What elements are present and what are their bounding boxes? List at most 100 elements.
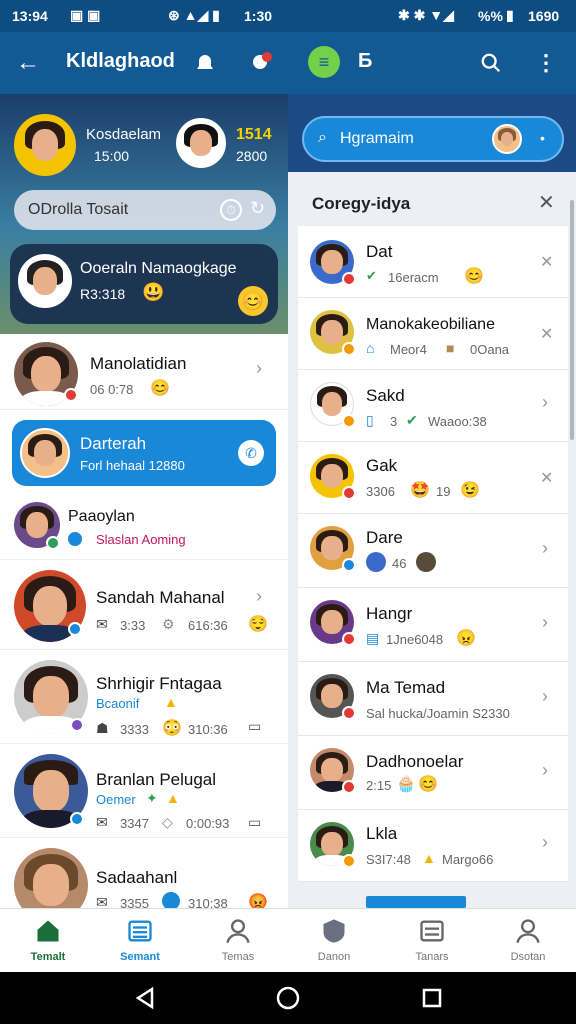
check-icon: ✔ bbox=[406, 412, 418, 428]
nav-shield[interactable]: Danon bbox=[286, 909, 382, 973]
status-badge bbox=[68, 622, 82, 636]
hero-card-name: Ooeraln Namaogkage bbox=[80, 260, 237, 277]
status-badge bbox=[342, 854, 356, 868]
contact-name: Gak bbox=[366, 456, 398, 475]
bottom-nav: Temalt Semant Temas Danon Tanars Dsotan bbox=[0, 908, 576, 972]
system-nav-bar bbox=[0, 972, 576, 1024]
nav-home[interactable]: Temalt bbox=[0, 909, 96, 973]
contact-name: Manokakeobiliane bbox=[366, 316, 495, 333]
nav-account[interactable]: Dsotan bbox=[480, 909, 576, 973]
contact-avatar bbox=[20, 428, 70, 478]
contact-sub-a: 3347 bbox=[120, 816, 149, 831]
battery-icon: ▮ bbox=[506, 7, 514, 23]
list-item[interactable]: Branlan Pelugal Oemer ✦ ▲ ✉ 3347 ◇ 0:00:… bbox=[0, 744, 288, 838]
info-icon bbox=[162, 892, 180, 908]
list-item[interactable]: Lkla S3I7:48 ▲ Margo66 › bbox=[298, 810, 568, 882]
chevron-right-icon[interactable]: › bbox=[542, 832, 548, 853]
list-item[interactable]: Paaoylan Slaslan Aoming bbox=[0, 496, 288, 560]
hero-card-avatar bbox=[18, 254, 72, 308]
contact-sub: 46 bbox=[392, 556, 407, 571]
contact-sub-b: Margo66 bbox=[442, 852, 494, 867]
contact-sub-a: Meor4 bbox=[390, 342, 427, 357]
back-arrow-icon[interactable]: ← bbox=[12, 48, 44, 78]
chevron-right-icon[interactable]: › bbox=[542, 686, 548, 707]
hero-avatar-1[interactable] bbox=[14, 114, 76, 176]
chevron-right-icon[interactable]: › bbox=[256, 358, 262, 379]
chevron-right-icon[interactable]: › bbox=[542, 392, 548, 413]
nav-profile[interactable]: Temas bbox=[190, 909, 286, 973]
mail-icon: ✉ bbox=[96, 894, 108, 908]
search-bar[interactable]: ⌕ Hgramaim • bbox=[302, 116, 564, 162]
hero-number-2: 1514 bbox=[236, 126, 272, 143]
panel-title: Coregy-idya bbox=[312, 194, 411, 213]
search-icon[interactable] bbox=[476, 48, 506, 78]
status-badge bbox=[64, 388, 78, 402]
list-item[interactable]: Gak 3306 🤩 19 😉 ✕ bbox=[298, 442, 568, 514]
list-item[interactable]: Manolatidian 06 0:78 😊 › bbox=[0, 334, 288, 410]
status-badge bbox=[46, 536, 60, 550]
contact-name: Dadhonoelar bbox=[366, 752, 464, 771]
message-icon[interactable]: ▭ bbox=[248, 814, 261, 831]
contact-name: Sadaahanl bbox=[96, 868, 178, 887]
nav-label: Temalt bbox=[30, 951, 66, 963]
search-input[interactable]: Hgramaim bbox=[340, 130, 414, 148]
home-nav-icon[interactable] bbox=[276, 986, 300, 1010]
menu-icon[interactable]: ≡ bbox=[308, 46, 340, 78]
status-badge bbox=[342, 780, 356, 794]
status-badge bbox=[70, 718, 84, 732]
nav-list[interactable]: Semant bbox=[92, 909, 188, 973]
search-avatar[interactable] bbox=[492, 124, 522, 154]
list-item[interactable]: Dadhonoelar 2:15 🧁 😊 › bbox=[298, 736, 568, 810]
more-vert-icon[interactable]: ⋮ bbox=[534, 48, 558, 78]
hero-time-1: 15:00 bbox=[94, 148, 130, 164]
list-item[interactable]: Ma Temad Sal hucka/Joamin S2330 › bbox=[298, 662, 568, 736]
bell-icon[interactable] bbox=[190, 48, 220, 78]
contact-name: Dat bbox=[366, 242, 393, 261]
chevron-right-icon[interactable]: › bbox=[542, 612, 548, 633]
recents-nav-icon[interactable] bbox=[422, 988, 442, 1008]
scrollbar[interactable] bbox=[570, 200, 574, 440]
contact-sub-b: 616:36 bbox=[188, 618, 228, 633]
back-nav-icon[interactable] bbox=[134, 986, 156, 1010]
list-item[interactable]: Dare 46 › bbox=[298, 514, 568, 588]
hero-contact-card[interactable]: Ooeraln Namaogkage R3:318 😃 😊 bbox=[10, 244, 278, 324]
check-icon: ✔ bbox=[366, 268, 377, 283]
signal-icons: ⊛ ▲◢ ▮ bbox=[168, 7, 220, 23]
contact-name: Shrhigir Fntagaa bbox=[96, 674, 222, 693]
chevron-right-icon[interactable]: › bbox=[542, 760, 548, 781]
list-item[interactable]: Sakd ▯ 3 ✔ Waaoo:38 › bbox=[298, 370, 568, 442]
contact-sub: 16eracm bbox=[388, 270, 439, 285]
list-item[interactable]: Manokakeobiliane ⌂ Meor4 ■ 0Oana ✕ bbox=[298, 298, 568, 370]
emoji-icon: 😊 bbox=[464, 268, 484, 285]
smile-emoji-icon[interactable]: 😊 bbox=[238, 286, 268, 316]
close-icon[interactable]: ✕ bbox=[540, 252, 553, 272]
refresh-icon[interactable]: ↻ bbox=[250, 198, 265, 219]
person-icon bbox=[226, 919, 250, 943]
chevron-right-icon[interactable]: › bbox=[542, 538, 548, 559]
mini-avatar bbox=[416, 552, 436, 572]
contact-name: Paaoylan bbox=[68, 508, 135, 525]
screen: 13:94 ▣ ▣ ⊛ ▲◢ ▮ 1:30 ✱ ✱ ▼◢ %% ▮ 1690 ←… bbox=[0, 0, 576, 1024]
chevron-right-icon[interactable]: › bbox=[256, 586, 262, 607]
timer-icon[interactable]: ⏱ bbox=[220, 199, 242, 221]
list-item[interactable]: Sadaahanl ✉ 3355 310:38 😡 bbox=[0, 838, 288, 908]
close-icon[interactable]: ✕ bbox=[540, 468, 553, 488]
list-item-selected[interactable]: Darterah Forl hehaal 12880 ✆ bbox=[12, 420, 276, 486]
contact-sub: 2:15 bbox=[366, 778, 392, 793]
hero-avatar-2[interactable] bbox=[176, 118, 226, 168]
message-icon[interactable]: ▭ bbox=[248, 718, 261, 735]
contact-sub: Bcaonif bbox=[96, 696, 140, 711]
hero-card-sub: R3:318 bbox=[80, 286, 126, 302]
nav-lists[interactable]: Tanars bbox=[384, 909, 480, 973]
list-item[interactable]: Shrhigir Fntagaa Bcaonif ▲ ☗ 3333 😳 310:… bbox=[0, 650, 288, 744]
notification-dot-icon[interactable] bbox=[246, 48, 276, 78]
close-icon[interactable]: ✕ bbox=[538, 190, 555, 215]
contact-sub-b: Waaoo:38 bbox=[428, 414, 487, 429]
status-time-left-right: 1:30 bbox=[244, 8, 273, 24]
list-item[interactable]: Hangr ▤ 1Jne6048 😠 › bbox=[298, 588, 568, 662]
hero-search-bar[interactable]: ODrolla Tosait ⏱ ↻ bbox=[14, 190, 276, 230]
list-item[interactable]: Dat ✔ 16eracm 😊 ✕ bbox=[298, 226, 568, 298]
list-item[interactable]: Sandah Mahanal ✉ 3:33 ⚙ 616:36 😌 › bbox=[0, 560, 288, 650]
phone-icon[interactable]: ✆ bbox=[238, 440, 264, 466]
close-icon[interactable]: ✕ bbox=[540, 324, 553, 344]
